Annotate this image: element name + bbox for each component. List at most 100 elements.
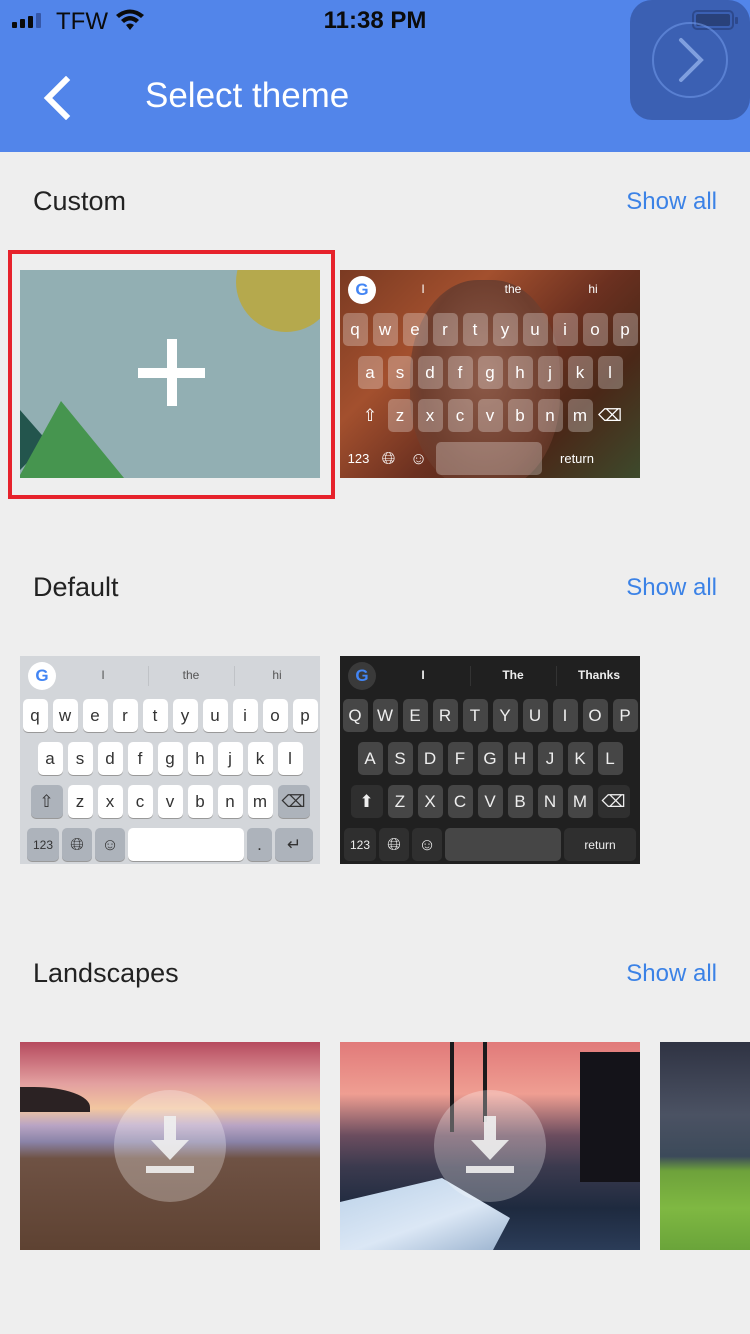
key: m — [567, 399, 593, 432]
key: c — [447, 399, 473, 432]
key: y — [492, 313, 518, 346]
key: X — [417, 785, 443, 818]
theme-photo-keyboard[interactable]: G I the hi q w e r t y u i o p a s d f g… — [340, 270, 640, 478]
key: q — [342, 313, 368, 346]
emoji-icon: ☺ — [409, 448, 428, 468]
key: o — [262, 699, 288, 732]
key: u — [202, 699, 228, 732]
key: P — [612, 699, 638, 732]
key: k — [567, 356, 593, 389]
key: L — [597, 742, 623, 775]
key: O — [582, 699, 608, 732]
period-key: . — [247, 828, 272, 861]
show-all-landscapes-link[interactable]: Show all — [626, 960, 717, 988]
key: m — [247, 785, 273, 818]
key: V — [477, 785, 503, 818]
key: k — [247, 742, 273, 775]
key: t — [462, 313, 488, 346]
key: z — [387, 399, 413, 432]
backspace-icon: ⌫ — [277, 785, 310, 818]
back-button[interactable] — [38, 76, 78, 120]
key: x — [417, 399, 443, 432]
key: s — [67, 742, 93, 775]
shift-icon: ⇧ — [362, 405, 378, 425]
key: U — [522, 699, 548, 732]
key: d — [417, 356, 443, 389]
key: e — [82, 699, 108, 732]
suggestion: I — [101, 668, 105, 682]
suggestion: I — [421, 668, 425, 682]
key-row-1: Q W E R T Y U I O P — [340, 699, 640, 732]
suggestion: the — [182, 668, 200, 682]
key-row-3: ⇧ z x c v b n m ⌫ — [340, 399, 640, 432]
key: p — [612, 313, 638, 346]
key: g — [157, 742, 183, 775]
key: v — [157, 785, 183, 818]
key: Y — [492, 699, 518, 732]
key: M — [567, 785, 593, 818]
key: R — [432, 699, 458, 732]
space-key — [436, 442, 542, 475]
key: i — [232, 699, 258, 732]
key: u — [522, 313, 548, 346]
show-all-default-link[interactable]: Show all — [626, 574, 717, 602]
key-row-1: q w e r t y u i o p — [340, 313, 640, 346]
download-icon — [114, 1090, 226, 1202]
theme-light-keyboard[interactable]: G I the hi q w e r t y u i o p a s d f g… — [20, 656, 320, 864]
key: s — [387, 356, 413, 389]
section-title-landscapes: Landscapes — [33, 958, 179, 988]
key: S — [387, 742, 413, 775]
key: z — [67, 785, 93, 818]
key: v — [477, 399, 503, 432]
key-row-4: 123 🌐︎ ☺ . ↵ — [20, 828, 320, 861]
key: j — [537, 356, 563, 389]
google-logo-icon: G — [348, 276, 376, 304]
google-logo-icon: G — [28, 662, 56, 690]
theme-landscape-hills[interactable] — [660, 1042, 750, 1250]
key: G — [477, 742, 503, 775]
suggestion: the — [504, 282, 522, 296]
key: r — [432, 313, 458, 346]
emoji-icon: ☺ — [412, 828, 442, 861]
chevron-right-icon — [679, 38, 704, 82]
numbers-key: 123 — [27, 828, 59, 861]
key: h — [507, 356, 533, 389]
key: i — [552, 313, 578, 346]
space-key — [128, 828, 244, 861]
key: H — [507, 742, 533, 775]
add-custom-theme-button[interactable] — [20, 270, 320, 478]
theme-landscape-beach[interactable] — [20, 1042, 320, 1250]
key: l — [277, 742, 303, 775]
key: f — [447, 356, 473, 389]
key: B — [507, 785, 533, 818]
key: K — [567, 742, 593, 775]
download-icon — [434, 1090, 546, 1202]
key: D — [417, 742, 443, 775]
return-key: return — [564, 828, 636, 861]
backspace-icon: ⌫ — [597, 785, 630, 818]
suggestion: Thanks — [577, 668, 620, 682]
space-key — [445, 828, 561, 861]
key-row-3: ⇧ z x c v b n m ⌫ — [20, 785, 320, 818]
suggestion: I — [421, 282, 425, 296]
key: E — [402, 699, 428, 732]
assistive-touch-button[interactable] — [630, 0, 750, 120]
key: a — [357, 356, 383, 389]
theme-dark-keyboard[interactable]: G I The Thanks Q W E R T Y U I O P A S D… — [340, 656, 640, 864]
key: b — [507, 399, 533, 432]
key-row-1: q w e r t y u i o p — [20, 699, 320, 732]
suggestion: hi — [588, 282, 598, 296]
forest-shape — [580, 1052, 640, 1182]
show-all-custom-link[interactable]: Show all — [626, 188, 717, 216]
suggestion: hi — [272, 668, 282, 682]
key: y — [172, 699, 198, 732]
key-row-2: a s d f g h j k l — [340, 356, 640, 389]
key: q — [22, 699, 48, 732]
key: T — [462, 699, 488, 732]
key: o — [582, 313, 608, 346]
section-title-default: Default — [33, 572, 119, 602]
key: d — [97, 742, 123, 775]
numbers-key: 123 — [347, 451, 370, 466]
theme-landscape-waterfall[interactable] — [340, 1042, 640, 1250]
return-key: return — [560, 451, 594, 466]
